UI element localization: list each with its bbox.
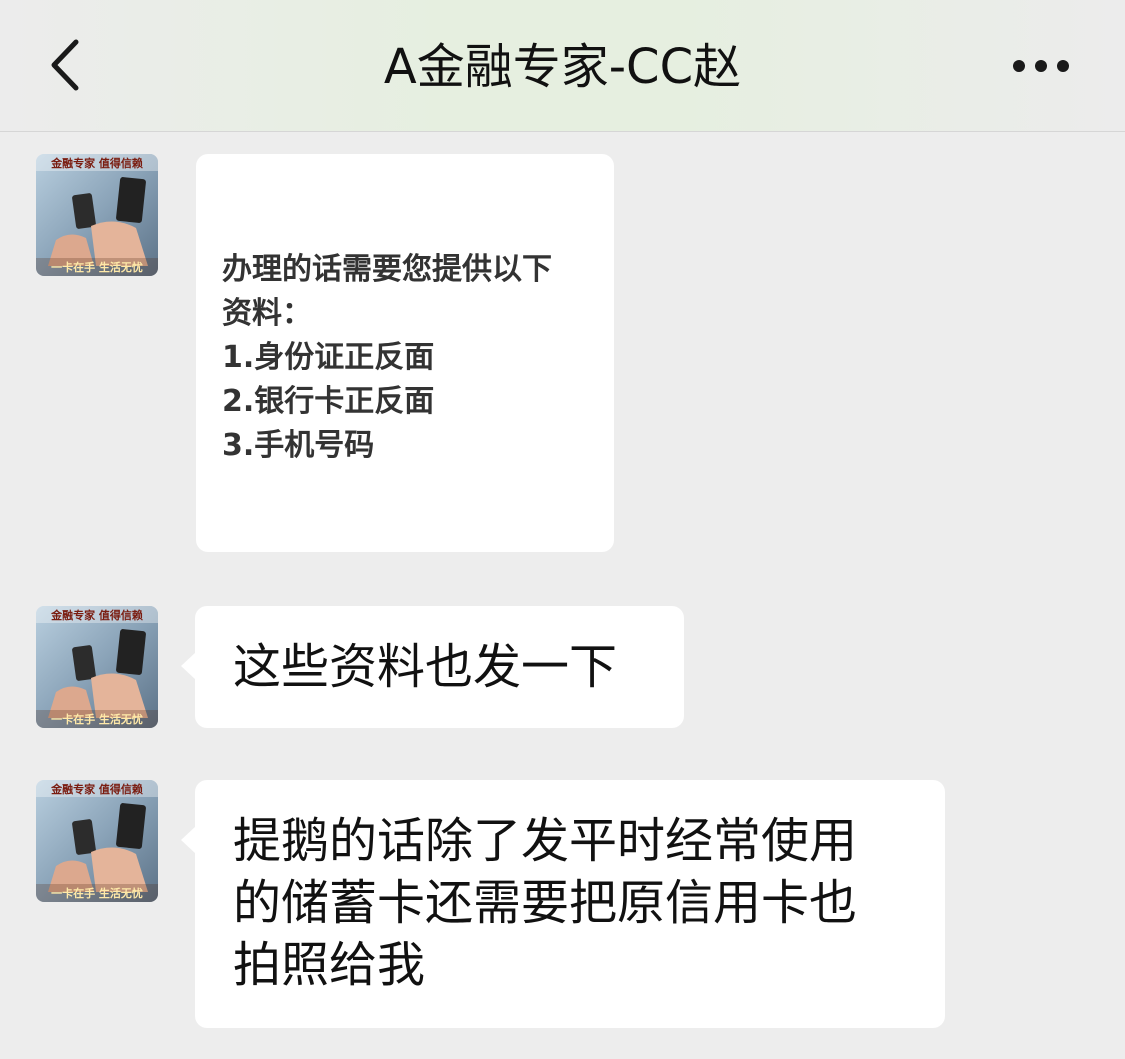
message-card[interactable]: 办理的话需要您提供以下 资料： 1.身份证正反面 2.银行卡正反面 3.手机号码 [196,154,614,552]
message-bubble[interactable]: 这些资料也发一下 [181,606,684,728]
more-horizontal-icon [1013,60,1069,72]
chat-header: A金融专家-CC赵 [0,0,1125,132]
contact-avatar[interactable]: 金融专家 值得信赖 一卡在手 生活无忧 [36,780,158,902]
svg-text:金融专家 值得信赖: 金融专家 值得信赖 [50,782,143,796]
svg-text:一卡在手 生活无忧: 一卡在手 生活无忧 [51,260,143,274]
message-bubble[interactable]: 提鹅的话除了发平时经常使用 的储蓄卡还需要把原信用卡也 拍照给我 [181,780,945,1028]
svg-text:一卡在手 生活无忧: 一卡在手 生活无忧 [51,712,143,726]
chat-title: A金融专家-CC赵 [383,39,742,95]
more-button[interactable] [1005,46,1077,86]
message-text: 提鹅的话除了发平时经常使用 的储蓄卡还需要把原信用卡也 拍照给我 [233,813,858,993]
svg-text:一卡在手 生活无忧: 一卡在手 生活无忧 [51,886,143,900]
svg-text:金融专家 值得信赖: 金融专家 值得信赖 [50,156,143,170]
contact-avatar[interactable]: 金融专家 值得信赖 一卡在手 生活无忧 [36,606,158,728]
contact-avatar[interactable]: 金融专家 值得信赖 一卡在手 生活无忧 [36,154,158,276]
svg-text:金融专家 值得信赖: 金融专家 值得信赖 [50,608,143,622]
message-text: 这些资料也发一下 [233,639,618,695]
message-card-text: 办理的话需要您提供以下 资料： 1.身份证正反面 2.银行卡正反面 3.手机号码 [222,252,552,463]
